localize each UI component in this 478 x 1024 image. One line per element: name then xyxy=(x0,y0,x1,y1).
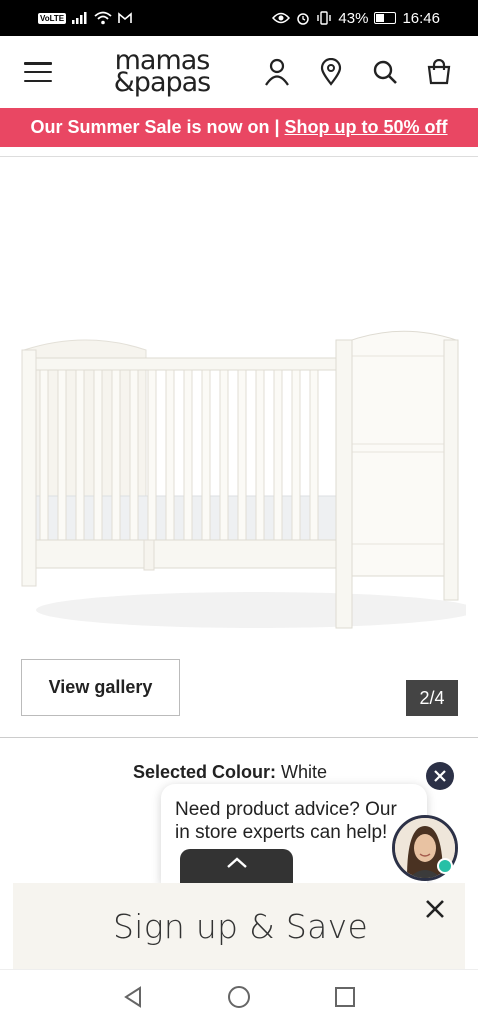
header-actions xyxy=(262,57,454,87)
status-right: 43% 16:46 xyxy=(272,10,440,27)
battery-icon xyxy=(374,12,397,24)
signup-label: Sign up & Save xyxy=(113,906,369,946)
recents-icon[interactable] xyxy=(327,979,363,1015)
chat-close-icon[interactable] xyxy=(426,762,454,790)
gmail-icon xyxy=(118,12,132,23)
status-left: VoLTE xyxy=(38,11,132,25)
view-gallery-button[interactable]: View gallery xyxy=(21,659,180,716)
wifi-icon xyxy=(94,11,112,25)
signup-close-icon[interactable] xyxy=(422,896,448,922)
back-icon[interactable] xyxy=(115,979,151,1015)
alarm-icon xyxy=(297,13,310,25)
online-status-indicator xyxy=(437,858,453,874)
status-bar: VoLTE 43% 16:46 xyxy=(0,0,478,36)
battery-percent: 43% xyxy=(338,9,369,27)
promo-link[interactable]: Shop up to 50% off xyxy=(285,117,448,138)
promo-banner: Our Summer Sale is now on | Shop up to 5… xyxy=(0,108,478,147)
account-icon[interactable] xyxy=(262,57,292,87)
shopping-bag-icon[interactable] xyxy=(424,57,454,87)
signup-banner[interactable]: Sign up & Save xyxy=(13,883,465,969)
location-pin-icon[interactable] xyxy=(316,57,346,87)
battery-level xyxy=(376,14,384,22)
chevron-up-icon xyxy=(226,857,247,868)
logo-line-2: &papas xyxy=(113,67,212,98)
selected-colour: Selected Colour: White xyxy=(133,762,327,783)
menu-icon[interactable] xyxy=(24,62,52,82)
selected-colour-label: Selected Colour: xyxy=(133,762,277,782)
vibrate-icon xyxy=(317,11,332,25)
status-time: 16:46 xyxy=(402,9,440,27)
home-icon[interactable] xyxy=(221,979,257,1015)
site-header: mamas &papas xyxy=(0,36,478,108)
selected-colour-value: White xyxy=(281,762,328,782)
brand-logo[interactable]: mamas &papas xyxy=(97,47,227,98)
product-image[interactable] xyxy=(16,300,466,640)
eye-comfort-icon xyxy=(272,12,291,24)
divider xyxy=(0,737,478,738)
signal-icon xyxy=(72,12,87,24)
gallery-page-counter: 2/4 xyxy=(406,680,458,716)
volte-indicator: VoLTE xyxy=(38,12,67,24)
search-icon[interactable] xyxy=(370,57,400,87)
system-navigation-bar xyxy=(0,969,478,1024)
promo-text: Our Summer Sale is now on | xyxy=(30,117,280,137)
divider xyxy=(0,156,478,157)
